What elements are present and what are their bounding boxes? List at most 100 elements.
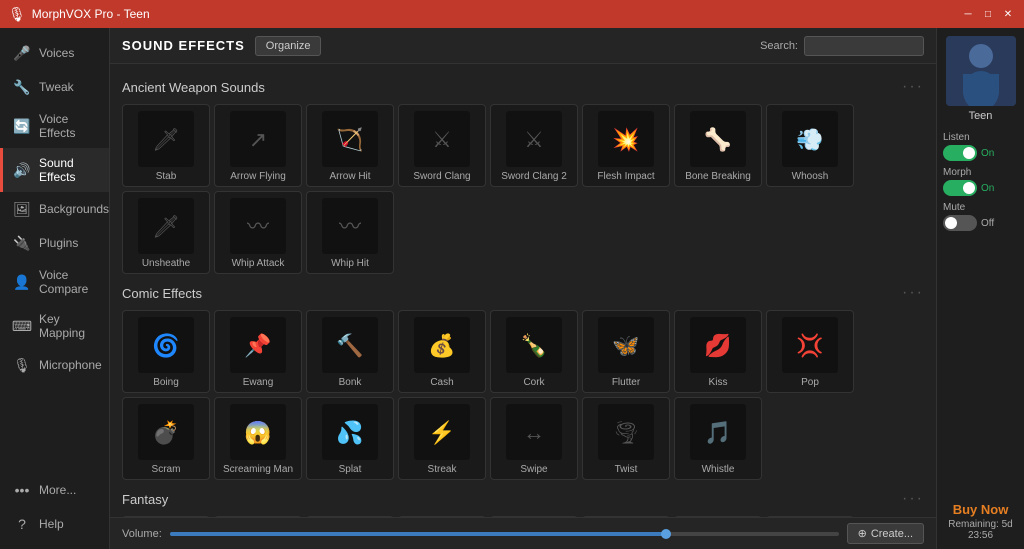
sidebar-item-backgrounds[interactable]: 🖼 Backgrounds — [0, 192, 109, 226]
svg-text:🦴: 🦴 — [704, 126, 731, 152]
sfx-item-arrow-hit[interactable]: 🏹 Arrow Hit — [306, 104, 394, 187]
bone-breaking-label: Bone Breaking — [685, 171, 751, 182]
ewang-icon: 📌 — [230, 317, 286, 373]
svg-text:🗡: 🗡 — [152, 214, 180, 239]
pop-icon: 💢 — [782, 317, 838, 373]
sfx-item-arrow-flying[interactable]: ↗ Arrow Flying — [214, 104, 302, 187]
sfx-item-twist[interactable]: 🌪 Twist — [582, 397, 670, 480]
screaming-man-icon: 😱 — [230, 404, 286, 460]
sound-effects-icon: 🔊 — [13, 161, 31, 179]
sidebar-item-key-mapping[interactable]: ⌨ Key Mapping — [0, 304, 109, 348]
sidebar-item-sound-effects[interactable]: 🔊 Sound Effects — [0, 148, 109, 192]
sfx-item-splat[interactable]: 💦 Splat — [306, 397, 394, 480]
sfx-item-streak[interactable]: ⚡ Streak — [398, 397, 486, 480]
sidebar-label-backgrounds: Backgrounds — [39, 202, 109, 216]
sfx-item-bonk[interactable]: 🔨 Bonk — [306, 310, 394, 393]
maximize-button[interactable]: □ — [980, 6, 996, 22]
help-label: Help — [39, 517, 64, 531]
sidebar: 🎤 Voices 🔧 Tweak 🔄 Voice Effects 🔊 Sound… — [0, 28, 110, 549]
help-icon: ? — [13, 515, 31, 533]
sidebar-label-microphone: Microphone — [39, 358, 102, 372]
flesh-impact-label: Flesh Impact — [597, 171, 654, 182]
sfx-item-sword-clang[interactable]: ⚔ Sword Clang — [398, 104, 486, 187]
app-title: MorphVOX Pro - Teen — [32, 7, 150, 21]
sidebar-item-help[interactable]: ? Help — [0, 507, 109, 541]
streak-icon: ⚡ — [414, 404, 470, 460]
sidebar-item-microphone[interactable]: 🎙 Microphone — [0, 348, 109, 382]
sfx-item-kiss[interactable]: 💋 Kiss — [674, 310, 762, 393]
volume-label: Volume: — [122, 528, 162, 540]
arrow-hit-icon: 🏹 — [322, 111, 378, 167]
cork-label: Cork — [523, 377, 544, 388]
sfx-item-screaming-man[interactable]: 😱 Screaming Man — [214, 397, 302, 480]
sidebar-label-voice-effects: Voice Effects — [39, 112, 99, 140]
svg-text:🦋: 🦋 — [612, 333, 639, 358]
whip-attack-label: Whip Attack — [232, 258, 285, 269]
voice-compare-icon: 👤 — [13, 273, 31, 291]
svg-text:💨: 💨 — [796, 127, 823, 152]
sfx-item-bone-breaking[interactable]: 🦴 Bone Breaking — [674, 104, 762, 187]
sfx-item-cork[interactable]: 🍾 Cork — [490, 310, 578, 393]
mute-state: Off — [981, 218, 994, 229]
sfx-item-whip-attack[interactable]: 〰 Whip Attack — [214, 191, 302, 274]
stab-icon: 🗡 — [138, 111, 194, 167]
search-area: Search: — [760, 36, 924, 56]
screaming-man-label: Screaming Man — [223, 464, 293, 475]
sfx-item-whoosh[interactable]: 💨 Whoosh — [766, 104, 854, 187]
svg-text:💰: 💰 — [428, 333, 455, 359]
scram-label: Scram — [152, 464, 181, 475]
listen-toggle[interactable] — [943, 145, 977, 161]
sfx-item-flesh-impact[interactable]: 💥 Flesh Impact — [582, 104, 670, 187]
sfx-item-boing[interactable]: 🌀 Boing — [122, 310, 210, 393]
create-button[interactable]: ⊕ Create... — [847, 523, 924, 544]
sfx-item-flutter[interactable]: 🦋 Flutter — [582, 310, 670, 393]
mute-toggle[interactable] — [943, 215, 977, 231]
morph-toggle[interactable] — [943, 180, 977, 196]
volume-thumb — [661, 529, 671, 539]
listen-state: On — [981, 148, 994, 159]
sfx-item-unsheathe[interactable]: 🗡 Unsheathe — [122, 191, 210, 274]
mute-switch: Off — [943, 215, 1018, 231]
sidebar-item-plugins[interactable]: 🔌 Plugins — [0, 226, 109, 260]
section-options-fantasy[interactable]: ··· — [902, 490, 924, 508]
sfx-item-sword-clang-2[interactable]: ⚔ Sword Clang 2 — [490, 104, 578, 187]
sfx-item-stab[interactable]: 🗡 Stab — [122, 104, 210, 187]
sidebar-item-voices[interactable]: 🎤 Voices — [0, 36, 109, 70]
sfx-item-cash[interactable]: 💰 Cash — [398, 310, 486, 393]
sfx-item-whip-hit[interactable]: 〰 Whip Hit — [306, 191, 394, 274]
listen-toggle-group: Listen On — [943, 132, 1018, 161]
bone-breaking-icon: 🦴 — [690, 111, 746, 167]
whistle-icon: 🎵 — [690, 404, 746, 460]
voice-effects-icon: 🔄 — [13, 117, 31, 135]
swipe-icon: ↔ — [506, 404, 562, 460]
sidebar-item-voice-compare[interactable]: 👤 Voice Compare — [0, 260, 109, 304]
listen-knob — [963, 147, 975, 159]
swipe-label: Swipe — [520, 464, 547, 475]
sfx-item-pop[interactable]: 💢 Pop — [766, 310, 854, 393]
section-options-comic-effects[interactable]: ··· — [902, 284, 924, 302]
section-header-ancient-weapon-sounds: Ancient Weapon Sounds ··· — [122, 78, 924, 96]
organize-button[interactable]: Organize — [255, 36, 322, 56]
sfx-item-scram[interactable]: 💣 Scram — [122, 397, 210, 480]
morph-label: Morph — [943, 167, 1018, 178]
sfx-item-swipe[interactable]: ↔ Swipe — [490, 397, 578, 480]
avatar-name: Teen — [969, 110, 993, 122]
volume-slider[interactable] — [170, 532, 839, 536]
sidebar-item-voice-effects[interactable]: 🔄 Voice Effects — [0, 104, 109, 148]
close-button[interactable]: ✕ — [1000, 6, 1016, 22]
whip-hit-label: Whip Hit — [331, 258, 369, 269]
sidebar-item-more[interactable]: ••• More... — [0, 473, 109, 507]
microphone-icon: 🎙 — [13, 356, 31, 374]
sidebar-item-tweak[interactable]: 🔧 Tweak — [0, 70, 109, 104]
minimize-button[interactable]: ─ — [960, 6, 976, 22]
search-input[interactable] — [804, 36, 924, 56]
buy-now-button[interactable]: Buy Now — [943, 502, 1018, 517]
bottombar: Volume: ⊕ Create... — [110, 517, 936, 549]
sword-clang-icon: ⚔ — [414, 111, 470, 167]
ewang-label: Ewang — [243, 377, 274, 388]
section-options-ancient-weapon-sounds[interactable]: ··· — [902, 78, 924, 96]
voices-icon: 🎤 — [13, 44, 31, 62]
sfx-item-whistle[interactable]: 🎵 Whistle — [674, 397, 762, 480]
sfx-item-ewang[interactable]: 📌 Ewang — [214, 310, 302, 393]
mute-label: Mute — [943, 202, 1018, 213]
